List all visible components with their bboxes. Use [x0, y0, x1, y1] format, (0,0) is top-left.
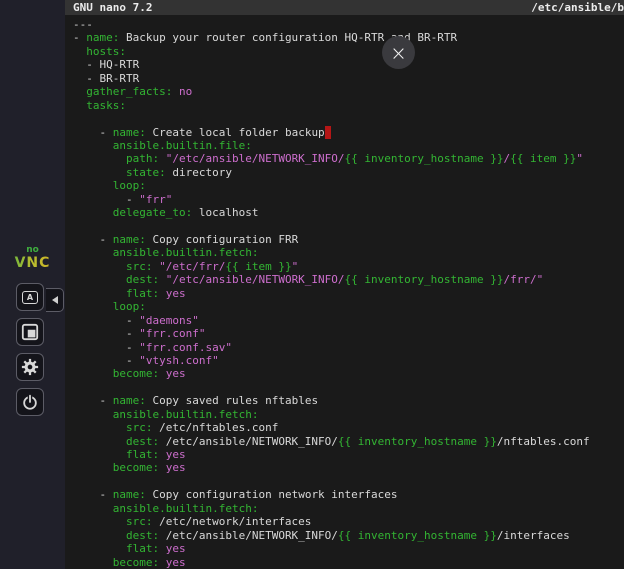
editor-line: path: "/etc/ansible/NETWORK_INFO/{{ inve… [73, 152, 624, 165]
editor-line: - "daemons" [73, 314, 624, 327]
terminal[interactable]: GNU nano 7.2 /etc/ansible/b ---- name: B… [65, 0, 624, 569]
close-icon: × [390, 43, 407, 63]
sidebar-collapse-handle[interactable] [46, 288, 64, 312]
screen: no VNC A [0, 0, 624, 569]
novnc-logo-prefix: no [0, 246, 65, 255]
close-button[interactable]: × [382, 36, 415, 69]
editor-line: dest: "/etc/ansible/NETWORK_INFO/{{ inve… [73, 273, 624, 286]
editor-line [73, 381, 624, 394]
editor-line: ansible.builtin.fetch: [73, 408, 624, 421]
editor-line: become: yes [73, 556, 624, 569]
novnc-logo-text: VNC [0, 256, 65, 270]
vnc-sidebar: no VNC A [0, 0, 65, 569]
editor-line: - "vtysh.conf" [73, 354, 624, 367]
keyboard-icon-glyph: A [27, 293, 33, 302]
editor-line: --- [73, 18, 624, 31]
keyboard-button[interactable]: A [16, 283, 44, 311]
nano-titlebar: GNU nano 7.2 /etc/ansible/b [65, 0, 624, 15]
editor-line: - "frr.conf" [73, 327, 624, 340]
editor-line: flat: yes [73, 287, 624, 300]
settings-button[interactable] [16, 353, 44, 381]
editor-line: src: /etc/nftables.conf [73, 421, 624, 434]
editor-line: ansible.builtin.file: [73, 139, 624, 152]
editor-line: become: yes [73, 367, 624, 380]
editor-line: state: directory [73, 166, 624, 179]
editor-line: flat: yes [73, 542, 624, 555]
editor-line: dest: /etc/ansible/NETWORK_INFO/{{ inven… [73, 529, 624, 542]
fullscreen-icon [21, 323, 39, 341]
keyboard-icon: A [22, 291, 38, 304]
power-icon [21, 393, 39, 411]
nano-filepath: /etc/ansible/b [531, 0, 624, 15]
editor-line: tasks: [73, 99, 624, 112]
editor-line: - name: Copy configuration network inter… [73, 488, 624, 501]
editor-line: - name: Copy configuration FRR [73, 233, 624, 246]
editor-line: loop: [73, 300, 624, 313]
editor-line: delegate_to: localhost [73, 206, 624, 219]
editor-line: src: "/etc/frr/{{ item }}" [73, 260, 624, 273]
editor-line [73, 220, 624, 233]
editor-line: - HQ-RTR [73, 58, 624, 71]
editor-line: gather_facts: no [73, 85, 624, 98]
editor-line [73, 475, 624, 488]
editor-line: - name: Copy saved rules nftables [73, 394, 624, 407]
fullscreen-button[interactable] [16, 318, 44, 346]
editor-line: - "frr.conf.sav" [73, 341, 624, 354]
novnc-logo: no VNC [0, 246, 65, 270]
editor-line: ansible.builtin.fetch: [73, 246, 624, 259]
chevron-left-icon [52, 296, 58, 304]
gear-icon [21, 358, 39, 376]
power-button[interactable] [16, 388, 44, 416]
editor-line: - name: Backup your router configuration… [73, 31, 624, 44]
nano-version-label: GNU nano 7.2 [73, 0, 152, 15]
editor-line: dest: /etc/ansible/NETWORK_INFO/{{ inven… [73, 435, 624, 448]
editor-line: src: /etc/network/interfaces [73, 515, 624, 528]
editor-line: ansible.builtin.fetch: [73, 502, 624, 515]
editor-line [73, 112, 624, 125]
editor-lines: ---- name: Backup your router configurat… [65, 15, 624, 569]
editor-line: - "frr" [73, 193, 624, 206]
sidebar-buttons: A [16, 283, 44, 416]
editor-line: loop: [73, 179, 624, 192]
editor-line: - BR-RTR [73, 72, 624, 85]
editor-line: flat: yes [73, 448, 624, 461]
editor-line: become: yes [73, 461, 624, 474]
editor-line: - name: Create local folder backup [73, 126, 624, 139]
editor-line: hosts: [73, 45, 624, 58]
